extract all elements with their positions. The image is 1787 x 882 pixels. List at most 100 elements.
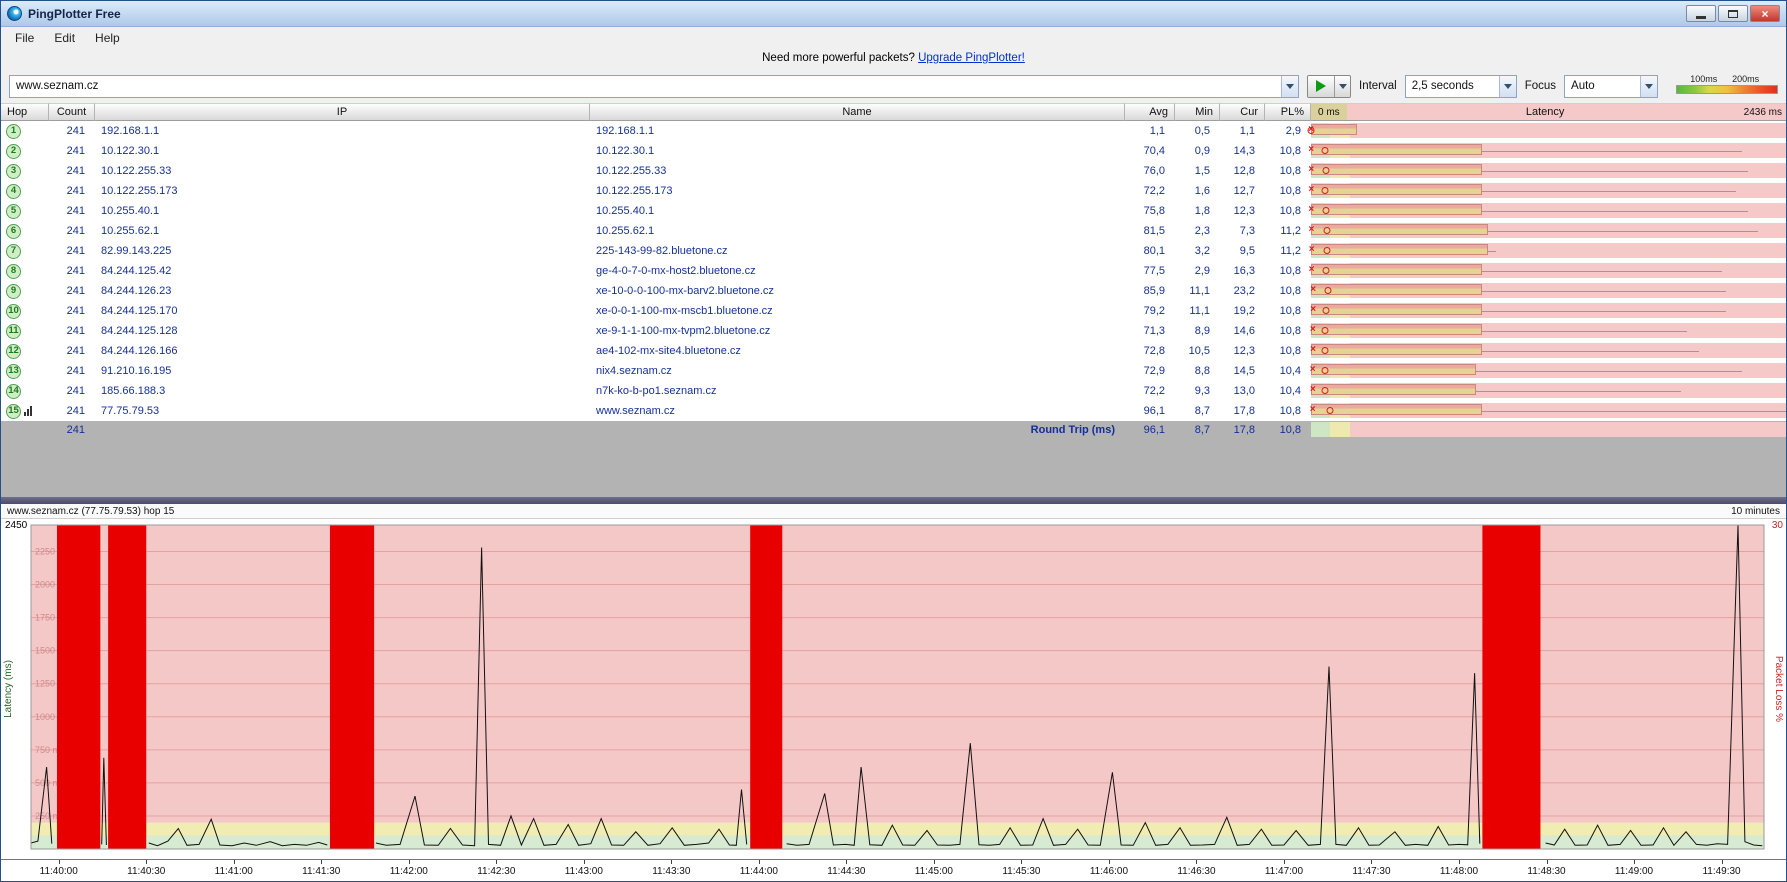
maximize-button[interactable] [1718,5,1748,22]
roundtrip-latency-cell [1311,421,1786,439]
focus-combobox[interactable]: Auto [1564,75,1658,98]
hostname-value: 10.122.30.1 [590,141,1125,161]
header-ip[interactable]: IP [95,103,590,121]
graph-pane-header: www.seznam.cz (77.75.79.53) hop 15 10 mi… [1,504,1786,519]
min-latency-marker: × [1310,323,1316,338]
interval-dropdown-button[interactable] [1499,76,1516,97]
table-row[interactable]: 1024184.244.125.170xe-0-0-1-100-mx-mscb1… [1,301,1786,321]
y-axis-title: Latency (ms) [3,660,14,718]
latency-graph-box: × [1311,203,1786,218]
menu-help[interactable]: Help [85,29,130,47]
packet-loss-value: 10,8 [1265,281,1311,301]
avg-value: 72,9 [1125,361,1175,381]
table-row[interactable]: 724182.99.143.225225-143-99-82.bluetone.… [1,241,1786,261]
min-value: 1,8 [1175,201,1220,221]
table-row[interactable]: 624110.255.62.110.255.62.181,52,37,311,2… [1,221,1786,241]
cur-value: 14,3 [1220,141,1265,161]
latency-graph-cell: × [1311,141,1786,161]
packet-loss-value: 10,8 [1265,161,1311,181]
minimize-button[interactable] [1686,5,1716,22]
hop-cell: 1 [1,121,49,141]
header-name[interactable]: Name [590,103,1125,121]
interval-combobox[interactable]: 2,5 seconds [1405,75,1517,98]
title-bar[interactable]: PingPlotter Free × [1,1,1786,27]
min-value: 8,8 [1175,361,1220,381]
target-dropdown-button[interactable] [1281,76,1298,97]
time-tick [1722,860,1723,864]
latency-graph-cell: × [1311,381,1786,401]
avg-latency-marker [1323,307,1330,314]
start-trace-button[interactable] [1308,76,1334,97]
count-value: 241 [49,181,95,201]
menu-edit[interactable]: Edit [44,29,85,47]
ip-value: 185.66.188.3 [95,381,590,401]
header-avg[interactable]: Avg [1125,103,1175,121]
min-latency-marker: × [1310,303,1316,318]
avg-latency-marker [1323,247,1330,254]
avg-value: 72,8 [1125,341,1175,361]
table-row[interactable]: 14241185.66.188.3n7k-ko-b-po1.seznam.cz7… [1,381,1786,401]
timeline-graph[interactable]: 2250 ms2000 ms1750 ms1500 ms1250 ms1000 … [1,519,1786,859]
avg-latency-marker [1321,147,1328,154]
table-row[interactable]: 224110.122.30.110.122.30.170,40,914,310,… [1,141,1786,161]
time-axis-label: 11:40:30 [127,866,165,877]
packet-loss-value: 11,2 [1265,241,1311,261]
min-value: 1,5 [1175,161,1220,181]
min-latency-marker: × [1309,243,1315,258]
min-value: 11,1 [1175,281,1220,301]
table-row[interactable]: 424110.122.255.17310.122.255.17372,21,61… [1,181,1786,201]
ip-value: 84.244.125.170 [95,301,590,321]
avg-value: 81,5 [1125,221,1175,241]
time-tick [59,860,60,864]
latency-graph-box: × [1311,163,1786,178]
count-value: 241 [49,221,95,241]
header-min[interactable]: Min [1175,103,1220,121]
hop-cell: 15 [1,401,49,421]
table-row[interactable]: 524110.255.40.110.255.40.175,81,812,310,… [1,201,1786,221]
hop-number-badge: 8 [6,264,21,279]
close-button[interactable]: × [1750,5,1780,22]
table-row[interactable]: 1241192.168.1.1192.168.1.11,10,51,12,9× [1,121,1786,141]
packet-loss-value: 10,8 [1265,261,1311,281]
header-latency[interactable]: 0 ms Latency 2436 ms [1311,103,1786,121]
table-row[interactable]: 824184.244.125.42ge-4-0-7-0-mx-host2.blu… [1,261,1786,281]
header-pl[interactable]: PL% [1265,103,1311,121]
time-tick [1634,860,1635,864]
target-address-combobox[interactable]: www.seznam.cz [9,75,1299,98]
menu-file[interactable]: File [5,29,44,47]
table-row[interactable]: 1124184.244.125.128xe-9-1-1-100-mx-tvpm2… [1,321,1786,341]
min-latency-marker: × [1308,163,1314,178]
ip-value: 77.75.79.53 [95,401,590,421]
timeline-plot[interactable]: 2250 ms2000 ms1750 ms1500 ms1250 ms1000 … [1,519,1787,859]
time-axis-label: 11:43:00 [565,866,603,877]
packet-loss-bar [1311,164,1482,175]
header-cur[interactable]: Cur [1220,103,1265,121]
count-value: 241 [49,281,95,301]
hop-cell: 13 [1,361,49,381]
upgrade-banner: Need more powerful packets? Upgrade Ping… [1,49,1786,69]
packet-loss-value: 10,4 [1265,361,1311,381]
graph-duration-label[interactable]: 10 minutes [1731,506,1780,517]
avg-latency-marker [1323,267,1330,274]
upgrade-link[interactable]: Upgrade PingPlotter! [918,52,1025,64]
table-row[interactable]: 1324191.210.16.195nix4.seznam.cz72,98,81… [1,361,1786,381]
header-hop[interactable]: Hop [1,103,49,121]
focus-dropdown-button[interactable] [1640,76,1657,97]
cur-value: 7,3 [1220,221,1265,241]
packet-loss-value: 10,8 [1265,321,1311,341]
latency-title: Latency [1347,106,1744,118]
latency-graph-cell: × [1311,401,1786,421]
table-row[interactable]: 924184.244.126.23xe-10-0-0-100-mx-barv2.… [1,281,1786,301]
avg-latency-marker [1322,167,1329,174]
table-row[interactable]: 1524177.75.79.53www.seznam.cz96,18,717,8… [1,401,1786,421]
table-row[interactable]: 324110.122.255.3310.122.255.3376,01,512,… [1,161,1786,181]
count-value: 241 [49,341,95,361]
min-value: 2,3 [1175,221,1220,241]
header-count[interactable]: Count [49,103,95,121]
cur-value: 19,2 [1220,301,1265,321]
start-trace-options-button[interactable] [1334,76,1350,97]
min-latency-marker: × [1308,203,1314,218]
hop-number-badge: 3 [6,164,21,179]
table-row[interactable]: 1224184.244.126.166ae4-102-mx-site4.blue… [1,341,1786,361]
pane-splitter[interactable] [1,497,1786,504]
